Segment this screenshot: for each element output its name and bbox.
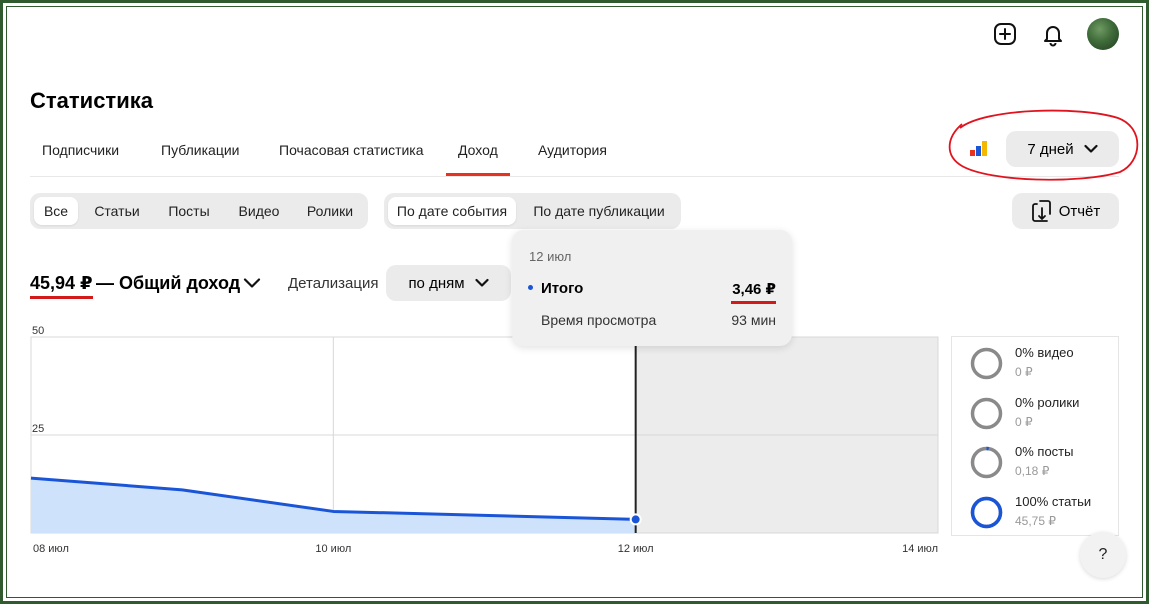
share-ring	[970, 446, 1003, 479]
share-ring	[970, 496, 1003, 529]
annotation-underline	[731, 301, 776, 304]
share-ring	[970, 397, 1003, 430]
x-tick-label: 12 июл	[618, 543, 654, 555]
breakdown-item-posts: 0% посты 0,18 ₽	[970, 444, 1110, 484]
share-ring-track	[970, 397, 1003, 430]
x-tick-label: 08 июл	[33, 543, 69, 555]
data-point-highlighted	[629, 513, 642, 526]
share-ring-track	[970, 347, 1003, 380]
tooltip-date: 12 июл	[529, 249, 572, 264]
income-breakdown: 0% видео 0 ₽ 0% ролики 0 ₽ 0% посты 0,18…	[951, 336, 1119, 536]
series-dot	[528, 285, 533, 290]
help-button[interactable]: ?	[1080, 532, 1126, 578]
tooltip-total-label: Итого	[541, 280, 584, 297]
tooltip-watch-time-label: Время просмотра	[541, 312, 657, 328]
tooltip-total-value: 3,46 ₽	[732, 281, 776, 298]
breakdown-item-shorts: 0% ролики 0 ₽	[970, 395, 1110, 435]
breakdown-label: 0% видео	[1015, 345, 1074, 360]
chart-tooltip: 12 июл Итого 3,46 ₽ Время просмотра 93 м…	[512, 230, 792, 346]
breakdown-label: 0% ролики	[1015, 395, 1080, 410]
breakdown-amount: 0,18 ₽	[1015, 464, 1050, 478]
share-ring-arc	[970, 496, 1003, 529]
breakdown-label: 100% статьи	[1015, 494, 1092, 509]
breakdown-amount: 0 ₽	[1015, 415, 1033, 429]
help-label: ?	[1098, 546, 1108, 563]
y-tick-label: 25	[32, 423, 44, 435]
tooltip-watch-time-value: 93 мин	[731, 312, 776, 328]
x-tick-label: 14 июл	[902, 543, 938, 555]
breakdown-label: 0% посты	[1015, 444, 1074, 459]
breakdown-item-video: 0% видео 0 ₽	[970, 345, 1110, 385]
share-ring	[970, 347, 1003, 380]
x-tick-label: 10 июл	[315, 543, 351, 555]
breakdown-amount: 0 ₽	[1015, 365, 1033, 379]
y-tick-label: 50	[32, 325, 44, 337]
breakdown-item-articles: 100% статьи 45,75 ₽	[970, 494, 1110, 534]
breakdown-amount: 45,75 ₽	[1015, 514, 1056, 528]
share-ring-track	[970, 446, 1003, 479]
